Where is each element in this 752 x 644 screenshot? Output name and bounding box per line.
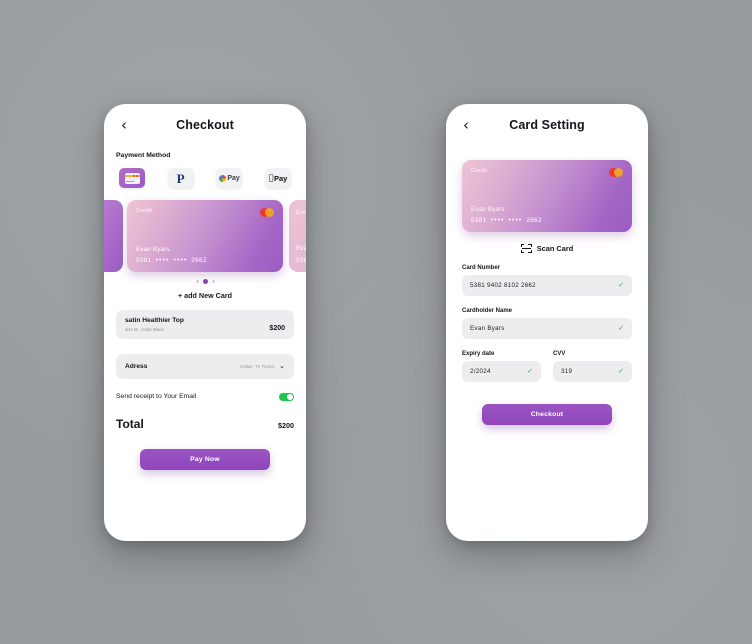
cvv-group: CVV 319 ✓ [553, 339, 632, 382]
cardholder-name-value: Evan Byars [470, 325, 505, 332]
cardholder-name-input[interactable]: Evan Byars ✓ [462, 318, 632, 339]
check-icon: ✓ [618, 324, 624, 332]
paypal-icon: P [176, 170, 185, 186]
cvv-input[interactable]: 319 ✓ [553, 361, 632, 382]
card-number-masked: 5381 •••• •••• 2662 [136, 257, 207, 264]
card-type-label: Credit [471, 168, 488, 174]
card-preview[interactable]: Credit Evan Byars 5381 •••• •••• 2662 [462, 160, 632, 232]
expiry-date-label: Expiry date [462, 351, 495, 357]
card-first4: 5381 [471, 217, 487, 224]
scan-card-button[interactable]: Scan Card [446, 244, 648, 253]
product-summary-panel: satin Healthier Top size M , Color Black… [116, 310, 294, 339]
address-selector[interactable]: Adress Dallas, TX 75234. ⌄ [116, 353, 294, 379]
payment-method-paypal[interactable]: P [167, 168, 194, 188]
product-row: satin Healthier Top size M , Color Black… [125, 317, 285, 332]
send-receipt-label: Send receipt to Your Email [116, 393, 197, 400]
mastercard-icon [609, 168, 623, 177]
cvv-value: 319 [561, 368, 573, 375]
card-number-label: Card Number [462, 265, 501, 271]
payment-method-credit-card[interactable] [119, 168, 145, 188]
send-receipt-row: Send receipt to Your Email [116, 392, 294, 401]
expiry-date-group: Expiry date 2/2024 ✓ [462, 339, 541, 382]
scan-card-label: Scan Card [536, 244, 574, 253]
card-first4: 5381 [136, 257, 152, 264]
carousel-pagination-dots[interactable] [104, 279, 306, 284]
card-type-label: Credit [136, 208, 153, 214]
mastercard-icon [260, 208, 274, 217]
address-value: Dallas, TX 75234. [240, 363, 276, 369]
card-mask-group-2: •••• [173, 257, 188, 264]
apple-pay-label: Pay [271, 173, 287, 183]
pay-now-button[interactable]: Pay Now [140, 448, 270, 470]
card-last4: 2662 [526, 217, 542, 224]
card-number-value: 5381 9402 8102 2662 [470, 282, 536, 289]
card-carousel-active-card[interactable]: Credit Evan Byars 5381 •••• •••• 2662 [127, 200, 283, 272]
card-number-masked: 5381 [296, 257, 306, 264]
expiry-cvv-row: Expiry date 2/2024 ✓ CVV 319 ✓ [462, 339, 632, 382]
card-last4: 2662 [191, 257, 207, 264]
card-setting-header: ‹ Card Setting [446, 104, 648, 146]
product-price: $200 [269, 324, 285, 332]
card-form: Card Number 5381 9402 8102 2662 ✓ Cardho… [446, 265, 648, 382]
payment-method-label: Payment Method [116, 152, 171, 159]
checkout-button[interactable]: Checkout [482, 404, 612, 425]
payment-method-list: P Pay  Pay [104, 159, 306, 188]
google-pay-icon: Pay [218, 174, 240, 182]
card-holder-name: Evan Byars [471, 206, 505, 213]
product-meta: size M , Color Black [125, 326, 164, 332]
card-holder-name: Evan Byars [136, 246, 170, 253]
phone-card-setting-screen: ‹ Card Setting Credit Evan Byars 5381 ••… [446, 104, 648, 541]
card-type-label: Credit [296, 210, 306, 216]
expiry-date-input[interactable]: 2/2024 ✓ [462, 361, 541, 382]
payment-method-apple-pay[interactable]:  Pay [264, 168, 291, 188]
total-row: Total $200 [116, 417, 294, 431]
expiry-date-value: 2/2024 [470, 368, 491, 375]
card-mask-group-1: •••• [155, 257, 170, 264]
card-number-input[interactable]: 5381 9402 8102 2662 ✓ [462, 275, 632, 296]
card-number-masked: 5381 •••• •••• 2662 [471, 217, 542, 224]
product-name: satin Healthier Top [125, 317, 184, 324]
card-holder-name: Evan Byars [296, 245, 306, 252]
total-value: $200 [278, 420, 294, 430]
phone-checkout-screen: ‹ Checkout Payment Method P Pay  [104, 104, 306, 541]
check-icon: ✓ [527, 367, 533, 375]
product-info: satin Healthier Top size M , Color Black [125, 317, 184, 332]
check-icon: ✓ [618, 281, 624, 289]
apple-logo-icon:  [269, 174, 274, 182]
page-title: Checkout [176, 118, 234, 132]
address-label: Adress [125, 362, 148, 370]
add-new-card-button[interactable]: + add New Card [104, 291, 306, 300]
total-label: Total [116, 416, 144, 431]
chevron-down-icon[interactable]: ⌄ [279, 362, 285, 370]
cvv-label: CVV [553, 351, 566, 357]
scan-icon [520, 244, 532, 253]
credit-card-icon [124, 172, 140, 184]
card-setting-screen-content: ‹ Card Setting Credit Evan Byars 5381 ••… [446, 104, 648, 541]
carousel-dot-1[interactable] [195, 280, 199, 283]
card-carousel-prev-peek[interactable] [104, 200, 123, 272]
address-value-group: Dallas, TX 75234. ⌄ [240, 362, 285, 370]
google-pay-label: Pay [227, 174, 240, 182]
card-carousel[interactable]: Credit Evan Byars 5381 Credit Evan Byars… [104, 200, 306, 272]
card-mask-group-1: •••• [490, 217, 505, 224]
check-icon: ✓ [618, 367, 624, 375]
card-carousel-next-peek[interactable]: Credit Evan Byars 5381 [289, 200, 306, 272]
payment-method-google-pay[interactable]: Pay [216, 168, 243, 188]
card-preview-wrap: Credit Evan Byars 5381 •••• •••• 2662 [446, 146, 648, 232]
page-title: Card Setting [509, 118, 585, 132]
carousel-dot-3[interactable] [211, 280, 215, 283]
send-receipt-toggle[interactable] [279, 392, 294, 401]
checkout-screen-content: ‹ Checkout Payment Method P Pay  [104, 104, 306, 541]
cardholder-name-label: Cardholder Name [462, 308, 513, 314]
apple-pay-icon:  Pay [269, 174, 288, 183]
checkout-header: ‹ Checkout [104, 104, 306, 146]
card-mask-group-2: •••• [508, 217, 523, 224]
carousel-dot-2-active[interactable] [202, 279, 208, 284]
